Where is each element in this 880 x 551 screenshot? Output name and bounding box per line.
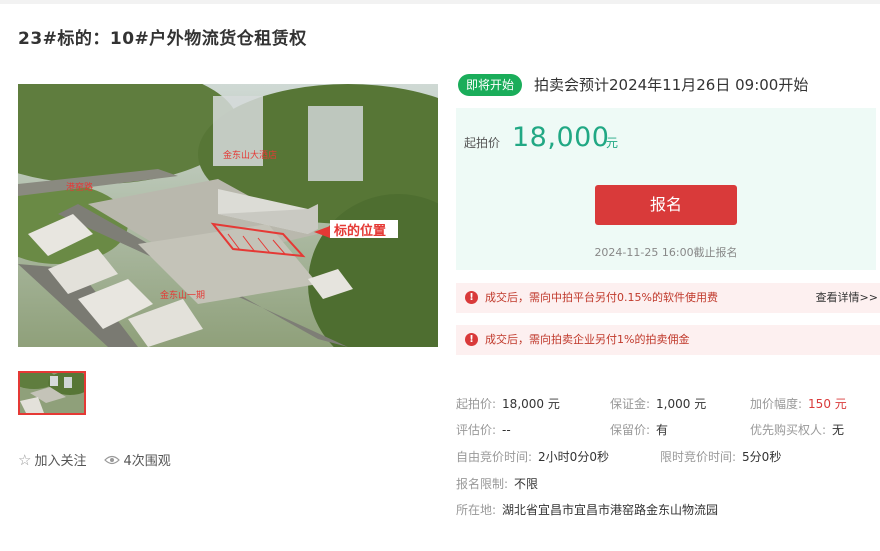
page-title: 23#标的：10#户外物流货仓租赁权: [18, 29, 307, 49]
warning-icon: !: [465, 333, 478, 346]
main-image[interactable]: 金东山大酒店 港窑路 标的位置 金东山一期: [18, 84, 438, 347]
detail-priority: 优先购买权人: 无: [750, 423, 845, 437]
start-price-label: 起拍价: [464, 136, 501, 150]
notice-software-fee: ! 成交后，需向中拍平台另付0.15%的软件使用费 查看详情>>: [456, 283, 880, 313]
signup-deadline: 2024-11-25 16:00截止报名: [594, 246, 738, 259]
view-details-link[interactable]: 查看详情>>: [816, 283, 878, 313]
views-count: 4次围观: [104, 450, 171, 469]
star-icon: ☆: [18, 450, 32, 469]
detail-deposit: 保证金: 1,000 元: [610, 397, 707, 411]
follow-button[interactable]: ☆ 加入关注: [18, 450, 87, 470]
detail-reserve: 保留价: 有: [610, 423, 669, 437]
warning-icon: !: [465, 291, 478, 304]
detail-appraisal: 评估价: --: [456, 423, 511, 437]
price-panel: 起拍价 18,000 元 报名 2024-11-25 16:00截止报名: [456, 108, 876, 270]
label-target: 标的位置: [333, 223, 386, 239]
aerial-render-illustration: 金东山大酒店 港窑路 标的位置 金东山一期: [18, 84, 438, 347]
notice-commission: ! 成交后，需向拍卖企业另付1%的拍卖佣金: [456, 325, 880, 355]
detail-increment: 加价幅度: 150 元: [750, 397, 847, 411]
action-bar: ☆ 加入关注 4次围观: [18, 450, 189, 470]
detail-free-time: 自由竞价时间: 2小时0分0秒: [456, 450, 609, 464]
status-badge: 即将开始: [458, 74, 523, 96]
label-road: 港窑路: [66, 181, 93, 193]
eye-icon: [104, 451, 121, 469]
detail-start-price: 起拍价: 18,000 元: [456, 397, 560, 411]
start-price-value: 18,000: [512, 122, 610, 153]
top-bar: [0, 0, 880, 4]
notice-text: 成交后，需向中拍平台另付0.15%的软件使用费: [485, 291, 718, 304]
label-hotel: 金东山大酒店: [223, 149, 277, 161]
notice-text: 成交后，需向拍卖企业另付1%的拍卖佣金: [485, 333, 690, 346]
follow-label: 加入关注: [34, 454, 87, 469]
thumbnail-1[interactable]: [18, 371, 86, 415]
detail-limited-time: 限时竞价时间: 5分0秒: [660, 450, 782, 464]
signup-button[interactable]: 报名: [595, 185, 737, 225]
label-phase-one: 金东山一期: [160, 289, 205, 301]
thumbnail-image: [20, 373, 84, 413]
detail-location: 所在地: 湖北省宜昌市宜昌市港窑路金东山物流园: [456, 503, 719, 517]
start-price-unit: 元: [606, 136, 619, 150]
detail-restriction: 报名限制: 不限: [456, 477, 539, 491]
views-label: 4次围观: [123, 454, 171, 469]
auction-start-time: 拍卖会预计2024年11月26日 09:00开始: [534, 76, 809, 94]
